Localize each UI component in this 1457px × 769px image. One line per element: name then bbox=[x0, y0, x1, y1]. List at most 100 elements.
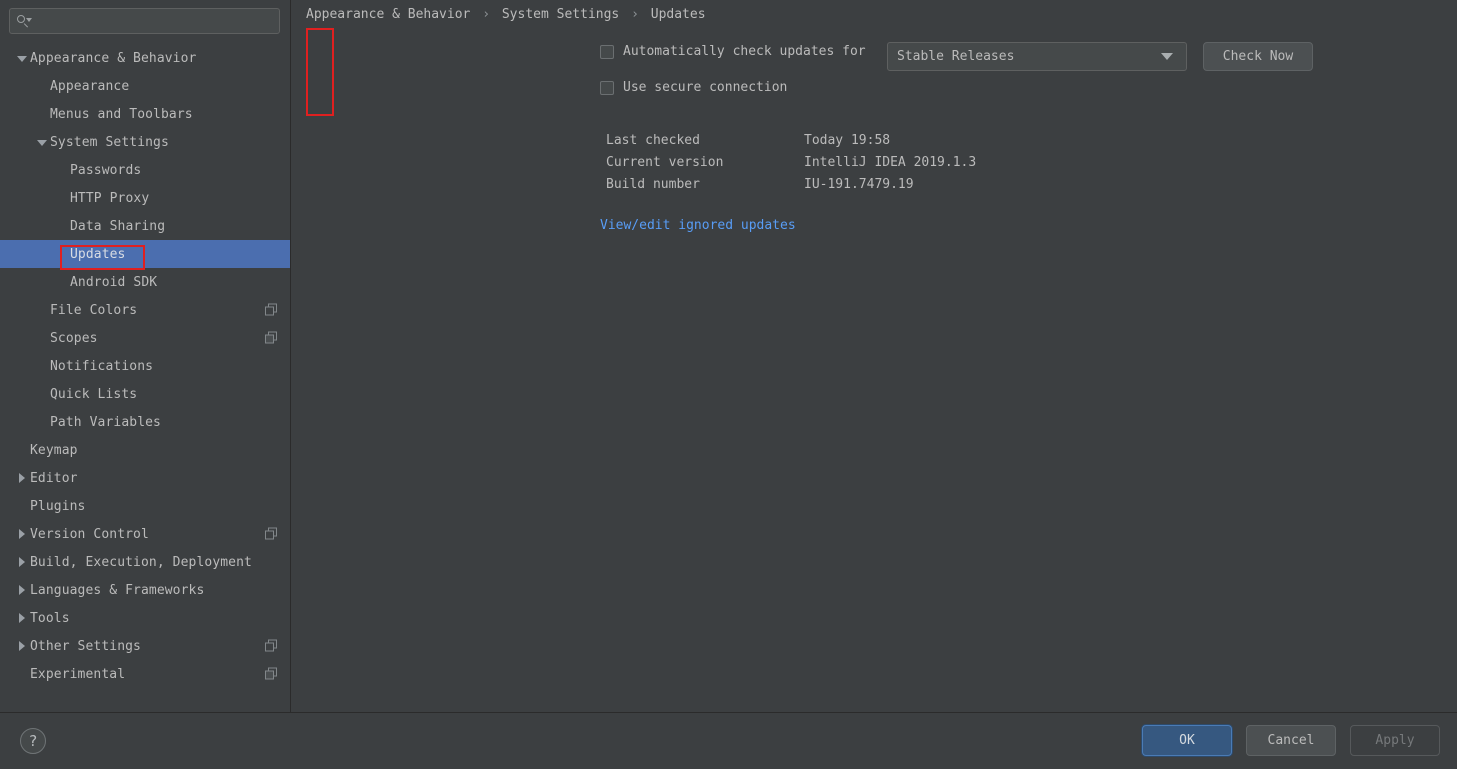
search-container bbox=[0, 0, 290, 34]
sidebar-item-tools[interactable]: Tools bbox=[0, 604, 290, 632]
sidebar-item-label: Data Sharing bbox=[70, 218, 166, 234]
chevron-right-icon[interactable] bbox=[14, 526, 30, 542]
sidebar-item-data-sharing[interactable]: Data Sharing bbox=[0, 212, 290, 240]
chevron-down-icon[interactable] bbox=[34, 134, 50, 150]
update-channel-dropdown[interactable]: Stable Releases bbox=[887, 42, 1187, 71]
sidebar-item-build-execution-deployment[interactable]: Build, Execution, Deployment bbox=[0, 548, 290, 576]
sidebar-item-label: Appearance & Behavior bbox=[30, 50, 197, 66]
copy-icon bbox=[265, 639, 278, 653]
settings-tree: Appearance & Behavior Appearance Menus and… bbox=[0, 44, 290, 688]
chevron-right-icon[interactable] bbox=[14, 610, 30, 626]
settings-sidebar: Appearance & Behavior Appearance Menus and… bbox=[0, 0, 291, 712]
check-now-button[interactable]: Check Now bbox=[1203, 42, 1313, 71]
use-secure-connection-checkbox[interactable] bbox=[600, 80, 614, 95]
help-icon[interactable]: ? bbox=[20, 728, 46, 754]
search-box[interactable] bbox=[9, 8, 280, 34]
sidebar-item-label: Menus and Toolbars bbox=[50, 106, 193, 122]
auto-check-updates-row: Automatically check updates for bbox=[600, 44, 866, 59]
sidebar-item-label: Languages & Frameworks bbox=[30, 582, 205, 598]
sidebar-item-appearance-behavior[interactable]: Appearance & Behavior bbox=[0, 44, 290, 72]
breadcrumb-separator-icon: › bbox=[482, 7, 491, 22]
sidebar-item-label: Plugins bbox=[30, 498, 86, 514]
sidebar-item-editor[interactable]: Editor bbox=[0, 464, 290, 492]
sidebar-item-label: Other Settings bbox=[30, 638, 141, 654]
sidebar-item-scopes[interactable]: Scopes bbox=[0, 324, 290, 352]
sidebar-item-plugins[interactable]: Plugins bbox=[0, 492, 290, 520]
sidebar-item-system-settings[interactable]: System Settings bbox=[0, 128, 290, 156]
sidebar-item-other-settings[interactable]: Other Settings bbox=[0, 632, 290, 660]
use-secure-connection-label: Use secure connection bbox=[623, 80, 788, 95]
copy-icon bbox=[265, 331, 278, 345]
chevron-right-icon[interactable] bbox=[14, 582, 30, 598]
sidebar-item-label: Version Control bbox=[30, 526, 149, 542]
cancel-button[interactable]: Cancel bbox=[1246, 725, 1336, 756]
search-icon bbox=[16, 13, 32, 29]
sidebar-item-label: Android SDK bbox=[70, 274, 158, 290]
sidebar-item-label: Keymap bbox=[30, 442, 78, 458]
sidebar-item-appearance[interactable]: Appearance bbox=[0, 72, 290, 100]
chevron-down-icon bbox=[1161, 53, 1173, 60]
breadcrumb-crumb-2: System Settings bbox=[501, 7, 620, 22]
sidebar-item-keymap[interactable]: Keymap bbox=[0, 436, 290, 464]
sidebar-item-label: Notifications bbox=[50, 358, 154, 374]
sidebar-item-label: Updates bbox=[70, 246, 126, 262]
chevron-right-icon[interactable] bbox=[14, 554, 30, 570]
sidebar-item-label: HTTP Proxy bbox=[70, 190, 150, 206]
update-channel-value: Stable Releases bbox=[897, 49, 1015, 64]
sidebar-item-path-variables[interactable]: Path Variables bbox=[0, 408, 290, 436]
copy-icon bbox=[265, 527, 278, 541]
sidebar-item-notifications[interactable]: Notifications bbox=[0, 352, 290, 380]
dialog-footer: ? OK Cancel Apply bbox=[0, 712, 1457, 769]
sidebar-item-label: Editor bbox=[30, 470, 78, 486]
sidebar-item-label: File Colors bbox=[50, 302, 138, 318]
sidebar-item-android-sdk[interactable]: Android SDK bbox=[0, 268, 290, 296]
sidebar-item-file-colors[interactable]: File Colors bbox=[0, 296, 290, 324]
info-row-key: Build number bbox=[606, 176, 700, 192]
sidebar-item-experimental[interactable]: Experimental bbox=[0, 660, 290, 688]
sidebar-item-label: Appearance bbox=[50, 78, 130, 94]
breadcrumb: Appearance & Behavior › System Settings … bbox=[306, 7, 706, 22]
apply-button[interactable]: Apply bbox=[1350, 725, 1440, 756]
info-row-key: Current version bbox=[606, 154, 724, 170]
sidebar-item-label: Path Variables bbox=[50, 414, 161, 430]
sidebar-item-languages-frameworks[interactable]: Languages & Frameworks bbox=[0, 576, 290, 604]
update-info-table: Last checked Today 19:58 Current version In… bbox=[606, 129, 976, 195]
view-edit-ignored-updates-link[interactable]: View/edit ignored updates bbox=[600, 218, 796, 233]
sidebar-item-label: System Settings bbox=[50, 134, 169, 150]
sidebar-item-label: Scopes bbox=[50, 330, 98, 346]
info-row-value: Today 19:58 bbox=[804, 132, 891, 148]
info-row-value: IntelliJ IDEA 2019.1.3 bbox=[804, 154, 977, 170]
sidebar-item-passwords[interactable]: Passwords bbox=[0, 156, 290, 184]
ok-button[interactable]: OK bbox=[1142, 725, 1232, 756]
chevron-right-icon[interactable] bbox=[14, 638, 30, 654]
sidebar-item-label: Quick Lists bbox=[50, 386, 138, 402]
info-row-key: Last checked bbox=[606, 132, 700, 148]
breadcrumb-separator-icon: › bbox=[631, 7, 639, 22]
copy-icon bbox=[265, 667, 278, 681]
sidebar-item-version-control[interactable]: Version Control bbox=[0, 520, 290, 548]
sidebar-item-updates[interactable]: Updates bbox=[0, 240, 290, 268]
breadcrumb-crumb-3: Updates bbox=[650, 7, 706, 22]
info-row: Current version IntelliJ IDEA 2019.1.3 bbox=[606, 151, 976, 173]
search-input[interactable] bbox=[32, 9, 279, 33]
sidebar-item-menus-and-toolbars[interactable]: Menus and Toolbars bbox=[0, 100, 290, 128]
sidebar-item-http-proxy[interactable]: HTTP Proxy bbox=[0, 184, 290, 212]
sidebar-item-quick-lists[interactable]: Quick Lists bbox=[0, 380, 290, 408]
chevron-right-icon[interactable] bbox=[14, 470, 30, 486]
info-row: Last checked Today 19:58 bbox=[606, 129, 976, 151]
auto-check-updates-checkbox[interactable] bbox=[600, 44, 614, 59]
chevron-down-icon[interactable] bbox=[14, 50, 30, 66]
